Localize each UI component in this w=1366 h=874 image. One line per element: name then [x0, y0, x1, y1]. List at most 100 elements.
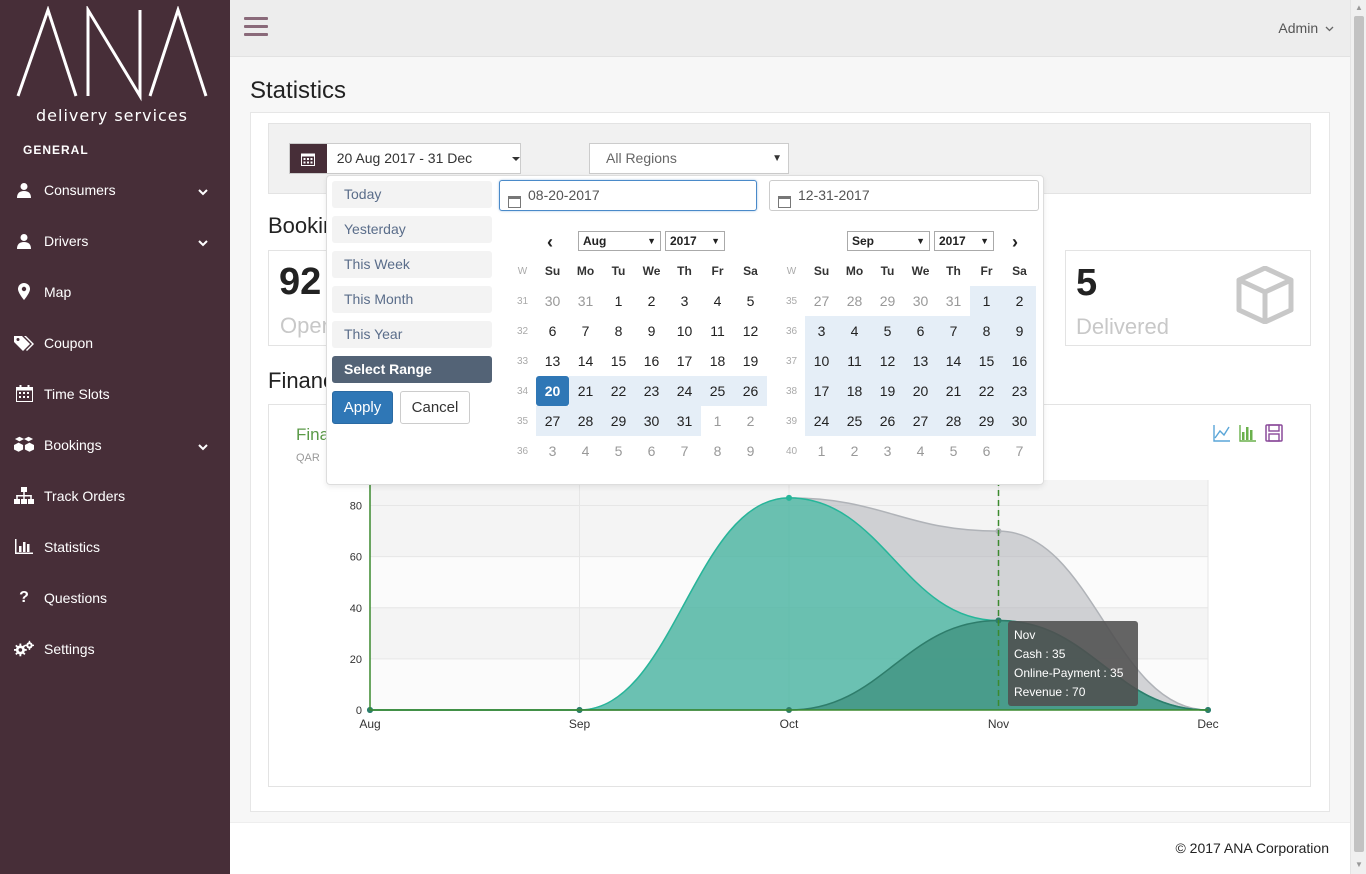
left-month-select[interactable]: Aug ▼: [578, 231, 661, 251]
calendar-day[interactable]: 5: [602, 436, 635, 466]
next-month-icon[interactable]: ›: [1012, 232, 1018, 253]
line-chart-icon[interactable]: [1212, 423, 1232, 443]
calendar-day[interactable]: 11: [701, 316, 734, 346]
date-range-button[interactable]: 20 Aug 2017 - 31 Dec 2017: [289, 143, 521, 195]
calendar-day[interactable]: 12: [734, 316, 767, 346]
range-today[interactable]: Today: [332, 181, 492, 208]
calendar-day[interactable]: 7: [937, 316, 970, 346]
calendar-day[interactable]: 24: [668, 376, 701, 406]
calendar-day[interactable]: 29: [871, 286, 904, 316]
calendar-day[interactable]: 6: [970, 436, 1003, 466]
calendar-day[interactable]: 30: [904, 286, 937, 316]
sidebar-item-settings[interactable]: Settings: [0, 623, 230, 674]
data-point[interactable]: [786, 494, 792, 501]
calendar-day[interactable]: 3: [668, 286, 701, 316]
region-select[interactable]: All Regions ▼: [589, 143, 789, 174]
calendar-day[interactable]: 16: [635, 346, 668, 376]
calendar-day[interactable]: 10: [668, 316, 701, 346]
calendar-day[interactable]: 17: [668, 346, 701, 376]
calendar-day[interactable]: 1: [805, 436, 838, 466]
calendar-day[interactable]: 24: [805, 406, 838, 436]
user-menu[interactable]: Admin: [1278, 20, 1334, 36]
calendar-day[interactable]: 15: [602, 346, 635, 376]
calendar-day[interactable]: 1: [701, 406, 734, 436]
calendar-day[interactable]: 27: [805, 286, 838, 316]
sidebar-item-drivers[interactable]: Drivers: [0, 215, 230, 266]
cancel-button[interactable]: Cancel: [400, 391, 470, 424]
range-this-month[interactable]: This Month: [332, 286, 492, 313]
calendar-day[interactable]: 7: [569, 316, 602, 346]
calendar-day[interactable]: 15: [970, 346, 1003, 376]
sidebar-item-questions[interactable]: ? Questions: [0, 572, 230, 623]
calendar-day[interactable]: 28: [838, 286, 871, 316]
calendar-day[interactable]: 4: [569, 436, 602, 466]
calendar-day[interactable]: 22: [970, 376, 1003, 406]
calendar-day[interactable]: 30: [635, 406, 668, 436]
calendar-day[interactable]: 31: [937, 286, 970, 316]
page-scrollbar[interactable]: ▲ ▼: [1350, 0, 1366, 874]
end-date-input[interactable]: 12-31-2017: [769, 180, 1039, 211]
calendar-day[interactable]: 6: [635, 436, 668, 466]
calendar-day[interactable]: 20: [904, 376, 937, 406]
calendar-day[interactable]: 9: [1003, 316, 1036, 346]
calendar-day[interactable]: 5: [734, 286, 767, 316]
calendar-day[interactable]: 5: [871, 316, 904, 346]
calendar-day[interactable]: 13: [904, 346, 937, 376]
calendar-day[interactable]: 18: [701, 346, 734, 376]
calendar-day[interactable]: 22: [602, 376, 635, 406]
prev-month-icon[interactable]: ‹: [547, 232, 553, 253]
calendar-day[interactable]: 19: [871, 376, 904, 406]
calendar-day[interactable]: 26: [734, 376, 767, 406]
calendar-day[interactable]: 19: [734, 346, 767, 376]
calendar-day[interactable]: 8: [602, 316, 635, 346]
calendar-day[interactable]: 25: [701, 376, 734, 406]
range-yesterday[interactable]: Yesterday: [332, 216, 492, 243]
finance-chart[interactable]: 0 20 40 60 80 Aug Sep Oct Nov Dec: [268, 470, 1238, 760]
range-this-week[interactable]: This Week: [332, 251, 492, 278]
sidebar-item-track-orders[interactable]: Track Orders: [0, 470, 230, 521]
sidebar-item-bookings[interactable]: Bookings: [0, 419, 230, 470]
scrollbar-thumb[interactable]: [1354, 16, 1364, 852]
calendar-day[interactable]: 2: [734, 406, 767, 436]
calendar-day[interactable]: 30: [1003, 406, 1036, 436]
calendar-day[interactable]: 28: [937, 406, 970, 436]
calendar-day[interactable]: 2: [635, 286, 668, 316]
apply-button[interactable]: Apply: [332, 391, 393, 424]
sidebar-item-coupon[interactable]: Coupon: [0, 317, 230, 368]
sidebar-item-statistics[interactable]: Statistics: [0, 521, 230, 572]
calendar-day[interactable]: 8: [701, 436, 734, 466]
calendar-day[interactable]: 29: [602, 406, 635, 436]
calendar-day[interactable]: 23: [1003, 376, 1036, 406]
sidebar-item-time-slots[interactable]: Time Slots: [0, 368, 230, 419]
calendar-day[interactable]: 30: [536, 286, 569, 316]
calendar-day[interactable]: 1: [970, 286, 1003, 316]
calendar-day[interactable]: 4: [701, 286, 734, 316]
calendar-day[interactable]: 4: [838, 316, 871, 346]
calendar-day[interactable]: 31: [569, 286, 602, 316]
calendar-day[interactable]: 4: [904, 436, 937, 466]
sidebar-item-map[interactable]: Map: [0, 266, 230, 317]
calendar-day[interactable]: 21: [569, 376, 602, 406]
brand-logo[interactable]: delivery services: [14, 6, 210, 128]
calendar-day[interactable]: 13: [536, 346, 569, 376]
calendar-day[interactable]: 14: [569, 346, 602, 376]
calendar-day[interactable]: 25: [838, 406, 871, 436]
calendar-day[interactable]: 14: [937, 346, 970, 376]
calendar-day[interactable]: 27: [904, 406, 937, 436]
calendar-day[interactable]: 10: [805, 346, 838, 376]
menu-toggle-icon[interactable]: [244, 17, 268, 39]
calendar-day[interactable]: 26: [871, 406, 904, 436]
calendar-day[interactable]: 9: [734, 436, 767, 466]
calendar-day[interactable]: 7: [1003, 436, 1036, 466]
right-year-select[interactable]: 2017 ▼: [934, 231, 994, 251]
calendar-day[interactable]: 16: [1003, 346, 1036, 376]
calendar-day[interactable]: 27: [536, 406, 569, 436]
right-month-select[interactable]: Sep ▼: [847, 231, 930, 251]
calendar-day[interactable]: 5: [937, 436, 970, 466]
range-this-year[interactable]: This Year: [332, 321, 492, 348]
calendar-day[interactable]: 8: [970, 316, 1003, 346]
save-image-icon[interactable]: [1264, 423, 1284, 443]
calendar-day[interactable]: 11: [838, 346, 871, 376]
calendar-day[interactable]: 6: [904, 316, 937, 346]
calendar-day[interactable]: 18: [838, 376, 871, 406]
